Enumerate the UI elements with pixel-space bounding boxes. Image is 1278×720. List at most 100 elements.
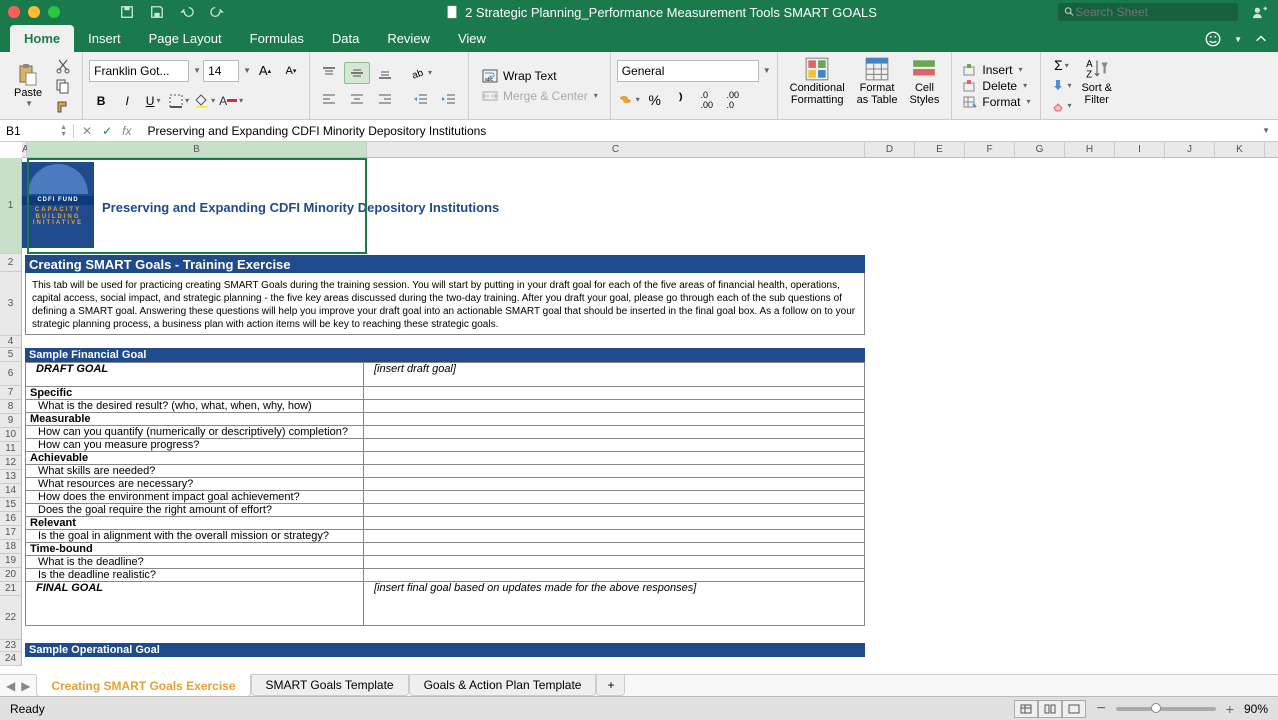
cell-q-ach1[interactable] <box>364 465 865 478</box>
align-left-icon[interactable] <box>316 88 342 110</box>
merge-center-button[interactable]: Merge & Center▾ <box>475 86 604 106</box>
col-header-E[interactable]: E <box>915 142 965 157</box>
row-header-5[interactable]: 5 <box>0 348 22 362</box>
draft-goal-input[interactable]: [insert draft goal] <box>364 363 865 387</box>
row-header-9[interactable]: 9 <box>0 414 22 428</box>
col-header-I[interactable]: I <box>1115 142 1165 157</box>
wrap-text-button[interactable]: abc Wrap Text <box>475 66 604 86</box>
search-input[interactable] <box>1075 5 1232 19</box>
page-break-view-button[interactable] <box>1062 700 1086 718</box>
cell-q-ach2[interactable] <box>364 478 865 491</box>
expand-formula-icon[interactable]: ▼ <box>1262 126 1270 135</box>
zoom-out-button[interactable]: − <box>1096 700 1105 718</box>
decrease-decimal-icon[interactable]: .00.0 <box>721 88 745 112</box>
sheet-nav-next[interactable]: ▶ <box>21 679 30 693</box>
redo-icon[interactable] <box>210 5 224 19</box>
autosum-icon[interactable]: Σ▾ <box>1049 56 1073 74</box>
tab-home[interactable]: Home <box>10 25 74 52</box>
insert-button[interactable]: Insert▾ <box>958 62 1034 78</box>
clear-icon[interactable]: ▾ <box>1049 97 1073 115</box>
format-painter-icon[interactable] <box>54 98 72 114</box>
sheet-tab-2[interactable]: SMART Goals Template <box>251 675 409 696</box>
zoom-in-button[interactable]: + <box>1226 701 1234 717</box>
tab-formulas[interactable]: Formulas <box>236 25 318 52</box>
cell-timebound[interactable] <box>364 543 865 556</box>
delete-button[interactable]: Delete▾ <box>958 78 1034 94</box>
align-right-icon[interactable] <box>372 88 398 110</box>
paste-button[interactable]: Paste ▼ <box>6 54 50 118</box>
cell-q-ach4[interactable] <box>364 504 865 517</box>
row-header-16[interactable]: 16 <box>0 512 22 526</box>
row-header-6[interactable]: 6 <box>0 362 22 386</box>
border-button[interactable]: ▾ <box>167 89 191 113</box>
align-top-icon[interactable] <box>316 62 342 84</box>
row-headers[interactable]: 123456789101112131415161718192021222324 <box>0 158 22 666</box>
maximize-window[interactable] <box>48 6 60 18</box>
row-header-7[interactable]: 7 <box>0 386 22 400</box>
row-header-22[interactable]: 22 <box>0 596 22 640</box>
fill-icon[interactable]: ▾ <box>1049 76 1073 94</box>
row-header-17[interactable]: 17 <box>0 526 22 540</box>
col-header-J[interactable]: J <box>1165 142 1215 157</box>
collapse-ribbon-icon[interactable] <box>1254 32 1268 46</box>
font-name-select[interactable] <box>89 60 189 82</box>
formula-input[interactable]: Preserving and Expanding CDFI Minority D… <box>139 124 1260 138</box>
page-layout-view-button[interactable] <box>1038 700 1062 718</box>
row-header-10[interactable]: 10 <box>0 428 22 442</box>
number-format-select[interactable] <box>617 60 759 82</box>
confirm-icon[interactable]: ✓ <box>102 124 112 138</box>
cell-q-ach3[interactable] <box>364 491 865 504</box>
copy-icon[interactable] <box>54 78 72 94</box>
cell-achievable[interactable] <box>364 452 865 465</box>
align-middle-icon[interactable] <box>344 62 370 84</box>
row-header-20[interactable]: 20 <box>0 568 22 582</box>
cell-q-rel[interactable] <box>364 530 865 543</box>
close-window[interactable] <box>8 6 20 18</box>
cut-icon[interactable] <box>54 58 72 74</box>
row-header-19[interactable]: 19 <box>0 554 22 568</box>
underline-button[interactable]: U▾ <box>141 89 165 113</box>
col-header-D[interactable]: D <box>865 142 915 157</box>
increase-decimal-icon[interactable]: .0.00 <box>695 88 719 112</box>
increase-font-icon[interactable]: A▴ <box>253 59 277 83</box>
bold-button[interactable]: B <box>89 89 113 113</box>
format-as-table-button[interactable]: Format as Table <box>851 54 904 117</box>
smiley-icon[interactable] <box>1204 30 1222 48</box>
undo-icon[interactable] <box>180 5 194 19</box>
cell-specific[interactable] <box>364 387 865 400</box>
cell-q-meas2[interactable] <box>364 439 865 452</box>
sort-filter-button[interactable]: AZ Sort & Filter <box>1075 54 1118 117</box>
row-header-1[interactable]: 1 <box>0 158 22 254</box>
cell-q-meas1[interactable] <box>364 426 865 439</box>
tab-review[interactable]: Review <box>373 25 444 52</box>
add-sheet-button[interactable]: + <box>596 675 625 696</box>
row-header-4[interactable]: 4 <box>0 336 22 348</box>
share-icon[interactable] <box>1250 5 1270 19</box>
tab-view[interactable]: View <box>444 25 500 52</box>
row-header-3[interactable]: 3 <box>0 272 22 336</box>
col-header-B[interactable]: B <box>27 142 367 157</box>
normal-view-button[interactable] <box>1014 700 1038 718</box>
orientation-icon[interactable]: ab▾ <box>408 62 434 84</box>
cell-q-tb1[interactable] <box>364 556 865 569</box>
fill-color-button[interactable]: ▾ <box>193 89 217 113</box>
font-color-button[interactable]: A▾ <box>219 89 243 113</box>
zoom-level[interactable]: 90% <box>1244 702 1268 716</box>
final-goal-input[interactable]: [insert final goal based on updates made… <box>364 582 865 626</box>
autosave-icon[interactable] <box>120 5 134 19</box>
font-size-select[interactable] <box>203 60 239 82</box>
sheet-nav-prev[interactable]: ◀ <box>6 679 15 693</box>
name-box[interactable]: B1 ▲▼ <box>0 124 74 138</box>
cell-relevant[interactable] <box>364 517 865 530</box>
cell-styles-button[interactable]: Cell Styles <box>903 54 945 117</box>
row-header-24[interactable]: 24 <box>0 652 22 666</box>
cells-area[interactable]: CDFI FUND CAPACITY BUILDING INITIATIVE P… <box>22 158 1278 690</box>
minimize-window[interactable] <box>28 6 40 18</box>
comma-icon[interactable]: ⁾ <box>669 88 693 112</box>
row-header-14[interactable]: 14 <box>0 484 22 498</box>
col-header-H[interactable]: H <box>1065 142 1115 157</box>
col-header-C[interactable]: C <box>367 142 865 157</box>
search-sheet[interactable] <box>1058 3 1238 21</box>
col-header-F[interactable]: F <box>965 142 1015 157</box>
cell-measurable[interactable] <box>364 413 865 426</box>
